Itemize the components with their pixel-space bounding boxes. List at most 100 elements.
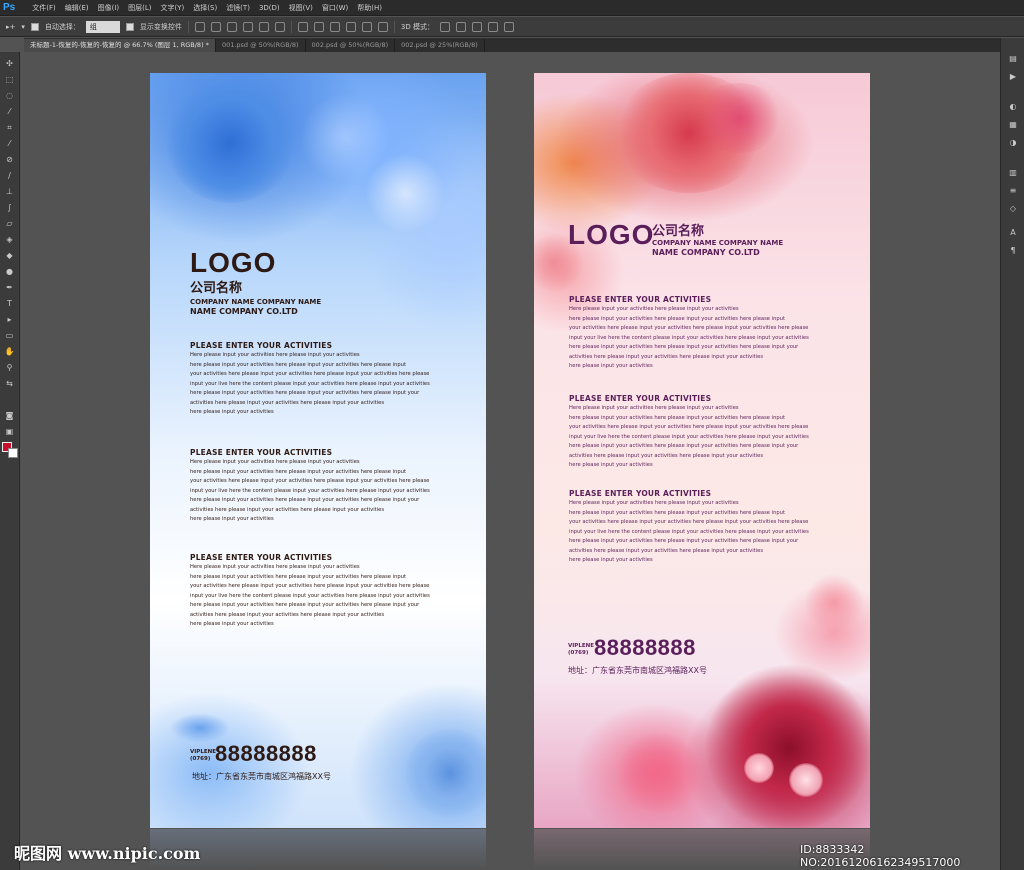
watermark-right: ID:8833342 NO:20161206162349517000 bbox=[800, 843, 961, 869]
clone-stamp-icon[interactable]: ⊥ bbox=[4, 186, 15, 197]
marquee-tool-icon[interactable]: ⬚ bbox=[4, 74, 15, 85]
tab-doc-4[interactable]: 002.psd @ 25%(RGB/8) bbox=[395, 39, 485, 52]
rose-decoration bbox=[405, 728, 486, 818]
hand-tool-icon[interactable]: ✋ bbox=[4, 346, 15, 357]
rose-decoration bbox=[165, 83, 295, 203]
3d-pan-icon[interactable] bbox=[471, 21, 482, 32]
distribute-top-icon[interactable] bbox=[297, 21, 308, 32]
paint-bucket-icon[interactable]: ◈ bbox=[4, 234, 15, 245]
brush-tool-icon[interactable]: ∕ bbox=[4, 170, 15, 181]
distribute-hcenter-icon[interactable] bbox=[361, 21, 372, 32]
menu-view[interactable]: 视图(V) bbox=[289, 3, 313, 13]
document-tabs: 未标题-1-恢复的-恢复的-恢复的 @ 66.7% (图层 1, RGB/8) … bbox=[24, 38, 1000, 52]
blur-tool-icon[interactable]: ◆ bbox=[4, 250, 15, 261]
align-bottom-icon[interactable] bbox=[226, 21, 237, 32]
distribute-vcenter-icon[interactable] bbox=[313, 21, 324, 32]
rose-decoration bbox=[789, 763, 823, 797]
section-body: Here please input your activities here p… bbox=[569, 306, 809, 369]
layers-panel-icon[interactable]: ▥ bbox=[1008, 168, 1018, 178]
magic-wand-icon[interactable]: ⁄ bbox=[4, 106, 15, 117]
crop-tool-icon[interactable]: ⌗ bbox=[4, 122, 15, 133]
quick-mask-icon[interactable]: ◙ bbox=[4, 410, 15, 421]
paragraph-panel-icon[interactable]: ¶ bbox=[1008, 246, 1018, 256]
watermark-left: 昵图网 www.nipic.com bbox=[14, 844, 201, 863]
auto-select-checkbox[interactable] bbox=[30, 22, 39, 31]
show-transform-checkbox[interactable] bbox=[125, 22, 134, 31]
menu-edit[interactable]: 编辑(E) bbox=[65, 3, 89, 13]
company-name-en-2: NAME COMPANY CO.LTD bbox=[190, 307, 298, 316]
phone-label-2: (0769) bbox=[568, 650, 589, 656]
align-hcenter-icon[interactable] bbox=[258, 21, 269, 32]
separator bbox=[187, 20, 189, 33]
zoom-tool-icon[interactable]: ⚲ bbox=[4, 362, 15, 373]
menu-filter[interactable]: 滤镜(T) bbox=[226, 3, 250, 13]
actions-panel-icon[interactable]: ▶ bbox=[1008, 72, 1018, 82]
3d-panel-icon[interactable]: ◇ bbox=[1008, 204, 1018, 214]
menu-help[interactable]: 帮助(H) bbox=[357, 3, 382, 13]
tool-preset-dropdown[interactable]: ▾ bbox=[21, 23, 25, 31]
menu-layer[interactable]: 图层(L) bbox=[128, 3, 151, 13]
menu-select[interactable]: 选择(S) bbox=[193, 3, 217, 13]
lasso-tool-icon[interactable]: ◌ bbox=[4, 90, 15, 101]
rectangle-tool-icon[interactable]: ▭ bbox=[4, 330, 15, 341]
screen-mode-icon[interactable]: ▣ bbox=[4, 426, 15, 437]
eraser-tool-icon[interactable]: ▱ bbox=[4, 218, 15, 229]
petal-decoration bbox=[170, 713, 230, 743]
poster-blue: LOGO 公司名称 COMPANY NAME COMPANY NAME NAME… bbox=[150, 73, 486, 828]
align-top-icon[interactable] bbox=[194, 21, 205, 32]
menu-3d[interactable]: 3D(D) bbox=[259, 4, 280, 12]
logo-text: LOGO bbox=[568, 219, 655, 250]
healing-brush-icon[interactable]: ⊘ bbox=[4, 154, 15, 165]
align-right-icon[interactable] bbox=[274, 21, 285, 32]
3d-rotate-icon[interactable] bbox=[439, 21, 450, 32]
canvas-area[interactable]: LOGO 公司名称 COMPANY NAME COMPANY NAME NAME… bbox=[21, 53, 999, 870]
watercolor-splash bbox=[804, 573, 864, 633]
type-tool-icon[interactable]: T bbox=[4, 298, 15, 309]
align-vcenter-icon[interactable] bbox=[210, 21, 221, 32]
company-name-cn: 公司名称 bbox=[652, 224, 705, 239]
address-text: 地址：广东省东莞市南城区鸿福路XX号 bbox=[568, 666, 707, 675]
swatches-panel-icon[interactable]: ▦ bbox=[1008, 120, 1018, 130]
3d-slide-icon[interactable] bbox=[487, 21, 498, 32]
history-panel-icon[interactable]: ▤ bbox=[1008, 54, 1018, 64]
dodge-tool-icon[interactable]: ● bbox=[4, 266, 15, 277]
distribute-left-icon[interactable] bbox=[345, 21, 356, 32]
tab-doc-1[interactable]: 未标题-1-恢复的-恢复的-恢复的 @ 66.7% (图层 1, RGB/8) … bbox=[24, 39, 216, 52]
tab-doc-3[interactable]: 002.psd @ 50%(RGB/8) bbox=[306, 39, 396, 52]
distribute-right-icon[interactable] bbox=[377, 21, 388, 32]
channels-panel-icon[interactable]: ≡ bbox=[1008, 186, 1018, 196]
background-color-swatch[interactable] bbox=[8, 448, 18, 458]
section-body: Here please input your activities here p… bbox=[569, 405, 809, 468]
section-title: PLEASE ENTER YOUR ACTIVITIES bbox=[569, 489, 712, 498]
eyedropper-icon[interactable]: ⁄ bbox=[4, 138, 15, 149]
photoshop-window: Ps 文件(F) 编辑(E) 图像(I) 图层(L) 文字(Y) 选择(S) 滤… bbox=[0, 0, 1024, 870]
adjustments-panel-icon[interactable]: ◑ bbox=[1008, 138, 1018, 148]
mode-3d-label: 3D 模式： bbox=[400, 22, 434, 31]
menu-file[interactable]: 文件(F) bbox=[32, 3, 56, 13]
path-select-icon[interactable]: ▸ bbox=[4, 314, 15, 325]
options-bar: ▸+ ▾ 自动选择： 组 显示变换控件 3D 模式： bbox=[0, 17, 1024, 37]
watercolor-splash bbox=[614, 733, 704, 813]
3d-scale-icon[interactable] bbox=[503, 21, 514, 32]
toolbox: ✣ ⬚ ◌ ⁄ ⌗ ⁄ ⊘ ∕ ⊥ ∫ ▱ ◈ ◆ ● ✒ T ▸ ▭ ✋ ⚲ … bbox=[0, 52, 20, 870]
section-body: Here please input your activities here p… bbox=[190, 459, 430, 522]
menu-image[interactable]: 图像(I) bbox=[98, 3, 120, 13]
move-tool-icon[interactable]: ▸+ bbox=[6, 23, 15, 31]
character-panel-icon[interactable]: A bbox=[1008, 228, 1018, 238]
section-title: PLEASE ENTER YOUR ACTIVITIES bbox=[569, 295, 712, 304]
company-name-en-2: NAME COMPANY CO.LTD bbox=[652, 248, 760, 257]
history-brush-icon[interactable]: ∫ bbox=[4, 202, 15, 213]
align-left-icon[interactable] bbox=[242, 21, 253, 32]
menu-type[interactable]: 文字(Y) bbox=[161, 3, 185, 13]
move-tool-icon[interactable]: ✣ bbox=[4, 58, 15, 69]
swap-colors-icon[interactable]: ⇆ bbox=[4, 378, 15, 389]
pen-tool-icon[interactable]: ✒ bbox=[4, 282, 15, 293]
phone-label-2: (0769) bbox=[190, 756, 211, 762]
tab-doc-2[interactable]: 001.psd @ 50%(RGB/8) bbox=[216, 39, 306, 52]
menu-window[interactable]: 窗口(W) bbox=[322, 3, 348, 13]
distribute-bottom-icon[interactable] bbox=[329, 21, 340, 32]
color-panel-icon[interactable]: ◐ bbox=[1008, 102, 1018, 112]
section-body: Here please input your activities here p… bbox=[190, 564, 430, 627]
3d-roll-icon[interactable] bbox=[455, 21, 466, 32]
auto-select-dropdown[interactable]: 组 bbox=[85, 20, 120, 33]
